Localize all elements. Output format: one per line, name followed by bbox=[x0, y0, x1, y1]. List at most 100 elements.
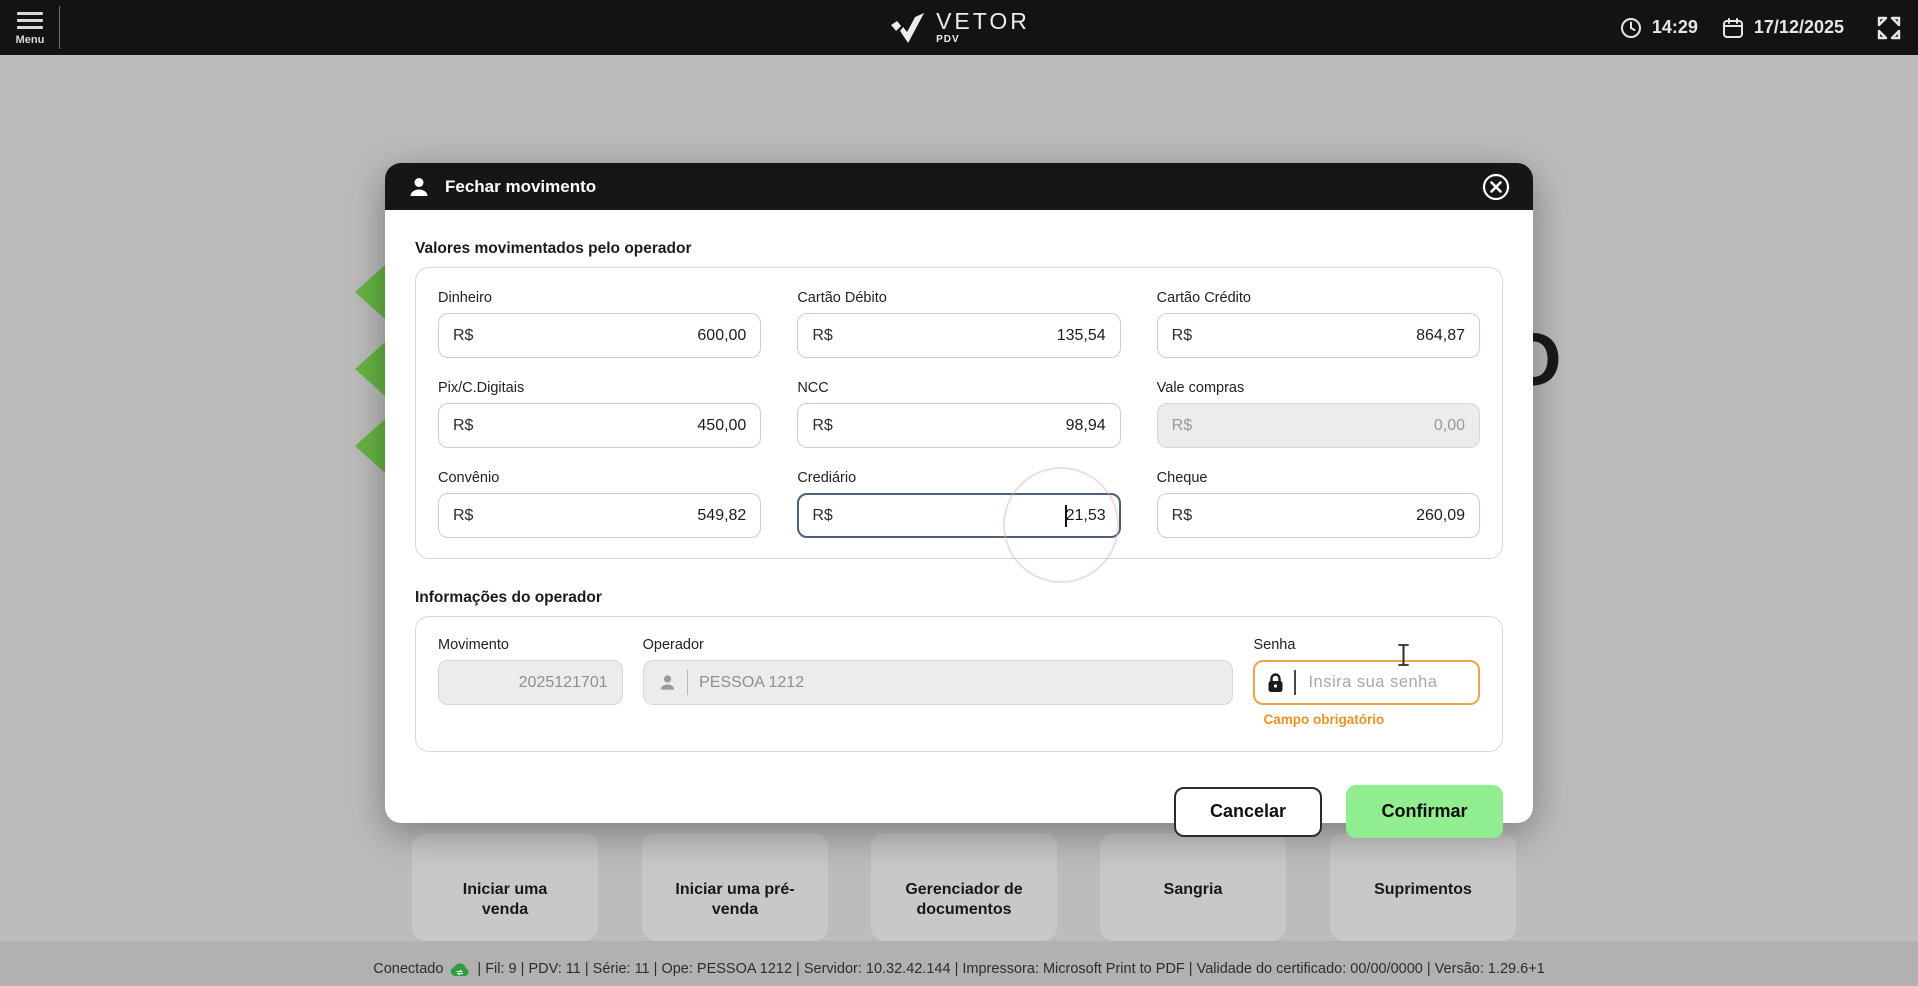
field-label: Senha bbox=[1253, 637, 1296, 653]
brand-chevron-decoration bbox=[355, 342, 385, 396]
movimento-input: 2025121701 bbox=[438, 660, 623, 705]
connection-status-label: Conectado bbox=[373, 961, 444, 977]
field-senha: Senha Insira sua senha Campo obrigatório bbox=[1253, 637, 1480, 727]
top-app-bar: Menu VETOR PDV 14:29 17/12/2025 bbox=[0, 0, 1918, 55]
status-bar: Conectado | Fil: 9 | PDV: 11 | Série: 11… bbox=[0, 952, 1918, 986]
operador-input: PESSOA 1212 bbox=[642, 660, 1234, 705]
field-value: 450,00 bbox=[697, 416, 747, 434]
topbar-divider bbox=[59, 6, 60, 49]
brand-logo: VETOR PDV bbox=[888, 0, 1030, 55]
field-label: Crediário bbox=[797, 470, 857, 486]
movimento-value: 2025121701 bbox=[518, 673, 608, 691]
senha-required-error: Campo obrigatório bbox=[1263, 712, 1385, 727]
menu-button[interactable]: Menu bbox=[13, 8, 47, 46]
field-value: 98,94 bbox=[1065, 416, 1106, 434]
fullscreen-icon bbox=[1877, 16, 1901, 39]
field-value: 549,82 bbox=[697, 506, 747, 524]
brand-name: VETOR bbox=[936, 8, 1030, 34]
convenio-input[interactable]: R$ 549,82 bbox=[438, 493, 762, 538]
field-value: 0,00 bbox=[1433, 416, 1465, 434]
fullscreen-button[interactable] bbox=[1876, 15, 1902, 41]
field-label: Cartão Débito bbox=[797, 290, 887, 306]
input-divider bbox=[686, 670, 689, 695]
text-caret bbox=[1294, 670, 1297, 695]
clock-icon bbox=[1620, 17, 1642, 39]
vale-compras-input: R$ 0,00 bbox=[1156, 403, 1480, 448]
cartao-debito-input[interactable]: R$ 135,54 bbox=[797, 313, 1121, 358]
field-label: NCC bbox=[797, 380, 829, 396]
currency-prefix: R$ bbox=[453, 506, 474, 524]
current-date: 17/12/2025 bbox=[1753, 17, 1844, 37]
tile-gerenciador-documentos[interactable]: Gerenciador de documentos bbox=[871, 833, 1057, 941]
calendar-icon bbox=[1722, 17, 1744, 39]
field-label: Cartão Crédito bbox=[1156, 290, 1251, 306]
brand-subtitle: PDV bbox=[936, 34, 960, 45]
field-pix-digitais: Pix/C.Digitais R$ 450,00 bbox=[438, 380, 762, 448]
brand-chevron-decoration bbox=[355, 265, 385, 319]
field-cheque: Cheque R$ 260,09 bbox=[1156, 470, 1480, 538]
field-value: 864,87 bbox=[1416, 326, 1465, 344]
ncc-input[interactable]: R$ 98,94 bbox=[797, 403, 1121, 448]
tile-iniciar-pre-venda[interactable]: Iniciar uma pré-venda bbox=[642, 833, 828, 941]
pix-digitais-input[interactable]: R$ 450,00 bbox=[438, 403, 762, 448]
currency-prefix: R$ bbox=[812, 416, 833, 434]
close-dialog-button[interactable] bbox=[1481, 172, 1511, 202]
senha-placeholder: Insira sua senha bbox=[1308, 673, 1438, 691]
dinheiro-input[interactable]: R$ 600,00 bbox=[438, 313, 762, 358]
currency-prefix: R$ bbox=[453, 326, 474, 344]
menu-button-label: Menu bbox=[15, 34, 45, 46]
senha-input[interactable]: Insira sua senha bbox=[1253, 660, 1480, 705]
hamburger-icon bbox=[17, 8, 43, 29]
clock-time: 14:29 bbox=[1651, 17, 1698, 37]
field-label: Cheque bbox=[1156, 470, 1208, 486]
dialog-header: Fechar movimento bbox=[385, 163, 1533, 210]
crediario-input[interactable]: R$ 21,53 bbox=[797, 493, 1121, 538]
field-crediario: Crediário R$ 21,53 bbox=[797, 470, 1121, 538]
field-convenio: Convênio R$ 549,82 bbox=[438, 470, 762, 538]
field-cartao-credito: Cartão Crédito R$ 864,87 bbox=[1156, 290, 1480, 358]
valores-section-title: Valores movimentados pelo operador bbox=[415, 240, 692, 257]
field-label: Vale compras bbox=[1156, 380, 1245, 396]
field-operador: Operador PESSOA 1212 bbox=[642, 637, 1234, 727]
field-label: Pix/C.Digitais bbox=[438, 380, 525, 396]
operador-fieldset: Movimento 2025121701 Operador PESSOA 121… bbox=[415, 616, 1503, 752]
field-dinheiro: Dinheiro R$ 600,00 bbox=[438, 290, 762, 358]
fechar-movimento-dialog: Fechar movimento Valores movimentados pe… bbox=[385, 163, 1533, 838]
valores-fieldset: Dinheiro R$ 600,00 Cartão Débito R$ 135,… bbox=[415, 267, 1503, 559]
operator-person-icon bbox=[407, 175, 431, 199]
brand-chevron-decoration bbox=[355, 419, 385, 473]
field-value: 260,09 bbox=[1416, 506, 1465, 524]
field-vale-compras: Vale compras R$ 0,00 bbox=[1156, 380, 1480, 448]
cartao-credito-input[interactable]: R$ 864,87 bbox=[1156, 313, 1480, 358]
cheque-input[interactable]: R$ 260,09 bbox=[1156, 493, 1480, 538]
currency-prefix: R$ bbox=[812, 326, 833, 344]
currency-prefix: R$ bbox=[812, 506, 833, 524]
tile-sangria[interactable]: Sangria bbox=[1100, 833, 1286, 941]
dialog-title: Fechar movimento bbox=[445, 176, 597, 196]
lock-icon bbox=[1267, 672, 1284, 693]
cancel-button[interactable]: Cancelar bbox=[1174, 786, 1322, 837]
field-label: Operador bbox=[642, 637, 704, 653]
confirm-button[interactable]: Confirmar bbox=[1346, 785, 1503, 838]
currency-prefix: R$ bbox=[1171, 416, 1193, 434]
operador-value: PESSOA 1212 bbox=[699, 673, 805, 691]
currency-prefix: R$ bbox=[1171, 506, 1193, 524]
tile-iniciar-venda[interactable]: Iniciar uma venda bbox=[412, 833, 598, 941]
field-movimento: Movimento 2025121701 bbox=[438, 637, 623, 727]
vetor-checkmark-icon bbox=[888, 9, 928, 47]
currency-prefix: R$ bbox=[1171, 326, 1193, 344]
currency-prefix: R$ bbox=[453, 416, 474, 434]
field-value: 135,54 bbox=[1056, 326, 1106, 344]
field-ncc: NCC R$ 98,94 bbox=[797, 380, 1121, 448]
field-label: Dinheiro bbox=[438, 290, 492, 306]
user-icon bbox=[658, 673, 677, 692]
field-label: Movimento bbox=[438, 637, 509, 653]
field-cartao-debito: Cartão Débito R$ 135,54 bbox=[797, 290, 1121, 358]
tile-suprimentos[interactable]: Suprimentos bbox=[1330, 833, 1516, 941]
cloud-sync-icon bbox=[450, 962, 470, 977]
field-label: Convênio bbox=[438, 470, 500, 486]
operador-section-title: Informações do operador bbox=[415, 589, 602, 606]
field-value: 600,00 bbox=[697, 326, 747, 344]
close-icon bbox=[1482, 173, 1510, 200]
field-value: 21,53 bbox=[1064, 504, 1106, 527]
